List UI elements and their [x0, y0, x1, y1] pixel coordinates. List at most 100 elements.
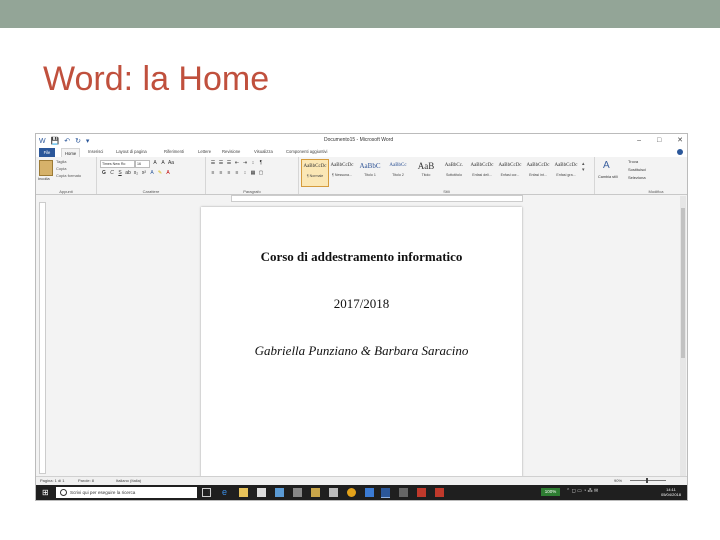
skype-icon[interactable] [365, 488, 374, 497]
paste-icon[interactable] [39, 160, 53, 176]
close-button[interactable]: ✕ [677, 137, 683, 144]
increase-indent-icon[interactable]: ⇥ [241, 160, 249, 166]
replace-button[interactable]: Sostituisci [628, 167, 646, 172]
save-icon[interactable]: 💾 [51, 138, 60, 145]
sort-icon[interactable]: ↕ [249, 160, 257, 166]
store-icon[interactable] [257, 488, 266, 497]
edge-icon[interactable]: e [222, 488, 231, 497]
style-preview: AaB [417, 161, 435, 171]
paste-button[interactable]: Incolla [38, 176, 50, 181]
tab-mailings[interactable]: Lettere [198, 149, 211, 154]
page-count[interactable]: Pagina: 1 di 1 [40, 478, 64, 483]
style-normal[interactable]: AaBbCcDc ¶ Normale [301, 159, 329, 187]
briefcase-icon[interactable] [311, 488, 320, 497]
language-indicator[interactable]: Italiano (Italia) [116, 478, 141, 483]
strikethrough-icon[interactable]: ab [124, 170, 132, 176]
copy-button[interactable]: Copia [56, 166, 66, 171]
taskbar-search-box[interactable]: Scrivi qui per eseguire la ricerca 🎙 [56, 487, 214, 498]
highlight-icon[interactable]: ✎ [156, 170, 164, 176]
style-emphasis[interactable]: AaBbCcDc Enfasi cor... [497, 159, 523, 185]
line-spacing-icon[interactable]: ↕ [241, 170, 249, 176]
word-count[interactable]: Parole: 8 [78, 478, 94, 483]
customize-qat-icon[interactable]: ▾ [86, 138, 90, 145]
font-size-box[interactable]: 16 [135, 160, 150, 168]
acrobat-icon[interactable] [417, 488, 426, 497]
tab-view[interactable]: Visualizza [254, 149, 273, 154]
word-taskbar-icon[interactable] [381, 488, 390, 498]
mail-icon[interactable] [329, 488, 338, 497]
vertical-ruler[interactable] [39, 202, 46, 474]
minimize-button[interactable]: – [637, 137, 641, 144]
align-center-icon[interactable]: ≡ [217, 170, 225, 176]
format-painter-button[interactable]: Copia formato [56, 173, 81, 178]
style-no-spacing[interactable]: AaBbCcDc ¶ Nessuna... [329, 159, 355, 185]
file-explorer-icon[interactable] [239, 488, 248, 497]
change-styles-group: A Cambia stili [595, 157, 625, 194]
grow-font-icon[interactable]: A [151, 160, 159, 166]
style-heading-1[interactable]: AaBbC Titolo 1 [357, 159, 383, 185]
style-name: Sottotitolo [446, 173, 462, 177]
styles-group-label: Stili [443, 189, 450, 194]
styles-scroll-icon[interactable]: ▴ ▾ [582, 161, 585, 173]
chrome-icon[interactable] [347, 488, 356, 497]
cut-button[interactable]: Taglia [56, 159, 66, 164]
zoom-level[interactable]: 90% [614, 478, 622, 483]
find-button[interactable]: Trova [628, 159, 638, 164]
zoom-slider[interactable] [630, 480, 666, 481]
font-name-box[interactable]: Times New Ro [100, 160, 135, 168]
borders-icon[interactable]: ▢ [257, 170, 265, 176]
underline-icon[interactable]: S [116, 170, 124, 176]
scroll-thumb[interactable] [681, 208, 685, 358]
vertical-scrollbar[interactable] [680, 196, 686, 478]
multilevel-list-icon[interactable]: ☰ [225, 160, 233, 166]
tab-references[interactable]: Riferimenti [164, 149, 184, 154]
horizontal-ruler[interactable] [231, 195, 523, 202]
decrease-indent-icon[interactable]: ⇤ [233, 160, 241, 166]
bullets-icon[interactable]: ☰ [209, 160, 217, 166]
taskbar-clock[interactable]: 14:11 05/04/2018 [661, 487, 681, 497]
maximize-button[interactable]: □ [657, 137, 661, 144]
style-subtitle[interactable]: AaBbCc. Sottotitolo [441, 159, 467, 185]
task-view-icon[interactable] [202, 488, 211, 497]
app-icon[interactable] [399, 488, 408, 497]
editing-group: Trova Sostituisci Seleziona Modifica [625, 157, 687, 194]
shading-icon[interactable]: ▦ [249, 170, 257, 176]
subscript-icon[interactable]: x₂ [132, 170, 140, 176]
document-page[interactable]: Corso di addestramento informatico 2017/… [201, 207, 522, 477]
change-styles-button[interactable]: Cambia stili [598, 175, 618, 179]
bold-icon[interactable]: G [100, 170, 108, 176]
help-icon[interactable] [677, 149, 683, 155]
photos-icon[interactable] [275, 488, 284, 497]
align-left-icon[interactable]: ≡ [209, 170, 217, 176]
system-tray-icons[interactable]: ⌃ ◻ ▭ ◔ ⁂ ✉ [566, 488, 598, 494]
windows-start-icon[interactable]: ⊞ [42, 489, 49, 497]
text-effects-icon[interactable]: A [148, 170, 156, 176]
style-subtle-emphasis[interactable]: AaBbCcDc Enfasi deli... [469, 159, 495, 185]
select-button[interactable]: Seleziona [628, 175, 646, 180]
tab-add-ins[interactable]: Componenti aggiuntivi [286, 149, 327, 154]
redo-icon[interactable]: ↻ [75, 138, 81, 145]
tab-page-layout[interactable]: Layout di pagina [116, 149, 147, 154]
align-right-icon[interactable]: ≡ [225, 170, 233, 176]
tab-review[interactable]: Revisione [222, 149, 240, 154]
superscript-icon[interactable]: x² [140, 170, 148, 176]
show-marks-icon[interactable]: ¶ [257, 160, 265, 166]
battery-indicator[interactable]: 100% [541, 488, 560, 496]
style-heading-2[interactable]: AaBbCc Titolo 2 [385, 159, 411, 185]
tab-insert[interactable]: Inserisci [88, 149, 103, 154]
numbering-icon[interactable]: ☰ [217, 160, 225, 166]
style-intense-emphasis[interactable]: AaBbCcDc Enfasi int... [525, 159, 551, 185]
font-color-icon[interactable]: A [164, 170, 172, 176]
undo-icon[interactable]: ↶ [64, 138, 70, 145]
style-strong[interactable]: AaBbCcDc Enfasi gra... [553, 159, 579, 185]
tab-file[interactable]: File [39, 148, 55, 157]
zoom-slider-handle[interactable] [646, 478, 648, 483]
pdf-icon[interactable] [435, 488, 444, 497]
italic-icon[interactable]: C [108, 170, 116, 176]
style-title[interactable]: AaB Titolo [413, 159, 439, 185]
change-case-icon[interactable]: Aa [167, 160, 175, 166]
app-icon[interactable] [293, 488, 302, 497]
font-format-buttons: G C Sab x₂ x² A ✎ A [100, 170, 172, 176]
shrink-font-icon[interactable]: A [159, 160, 167, 166]
justify-icon[interactable]: ≡ [233, 170, 241, 176]
